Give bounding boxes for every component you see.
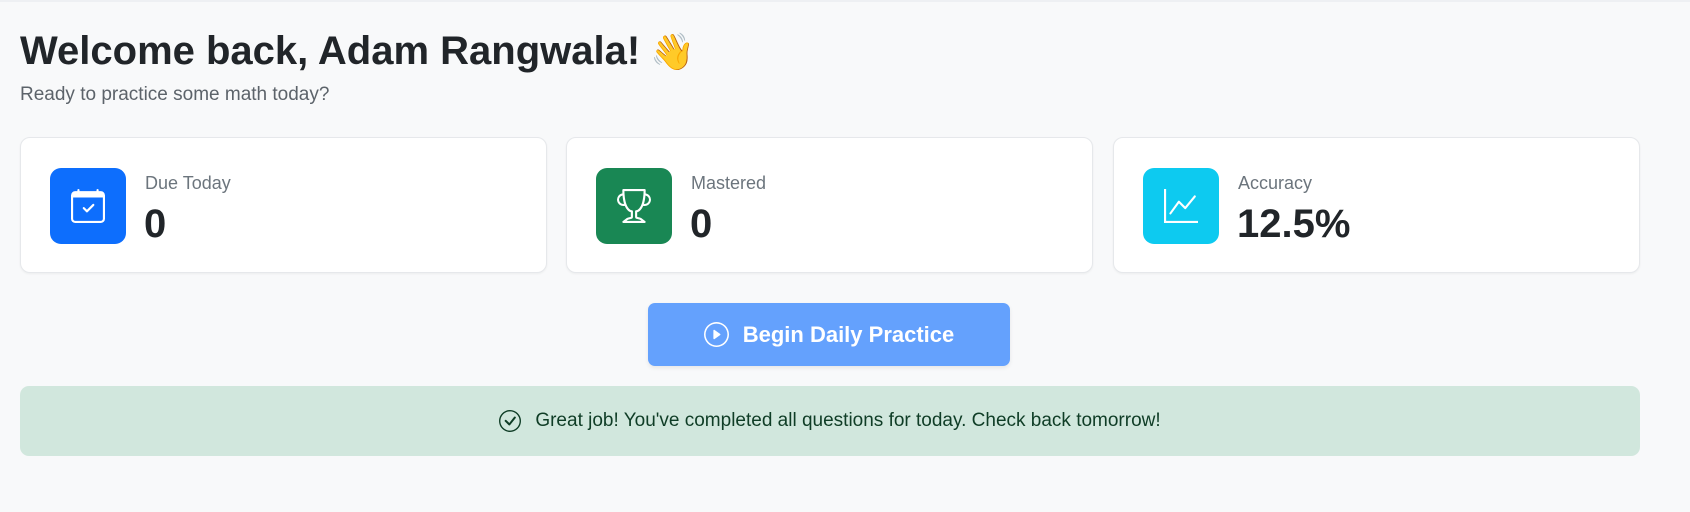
stat-value: 0 [144, 202, 167, 246]
completion-alert: Great job! You've completed all question… [20, 386, 1640, 456]
alert-message: Great job! You've completed all question… [535, 410, 1161, 431]
chart-line-icon [1143, 168, 1219, 244]
stat-card-mastered: Mastered 0 [566, 137, 1093, 273]
top-border [0, 0, 1690, 2]
calendar-check-icon [50, 168, 126, 244]
waving-hand-icon: 👋 [650, 32, 696, 73]
welcome-text: Welcome back, Adam Rangwala! [20, 29, 641, 73]
stat-value: 12.5% [1237, 202, 1351, 246]
page-title: Welcome back, Adam Rangwala! 👋 [20, 28, 695, 76]
begin-practice-label: Begin Daily Practice [742, 321, 955, 347]
begin-daily-practice-button[interactable]: Begin Daily Practice [648, 303, 1010, 366]
trophy-icon [596, 168, 672, 244]
stat-label: Due Today [145, 173, 231, 193]
stat-label: Mastered [691, 173, 767, 193]
stat-card-accuracy: Accuracy 12.5% [1113, 137, 1640, 273]
stat-card-due-today: Due Today 0 [20, 137, 547, 273]
page-subtitle: Ready to practice some math today? [20, 84, 330, 105]
stat-value: 0 [690, 202, 713, 246]
play-circle-icon [703, 322, 729, 347]
check-circle-icon [499, 410, 522, 432]
stat-label: Accuracy [1238, 173, 1313, 193]
